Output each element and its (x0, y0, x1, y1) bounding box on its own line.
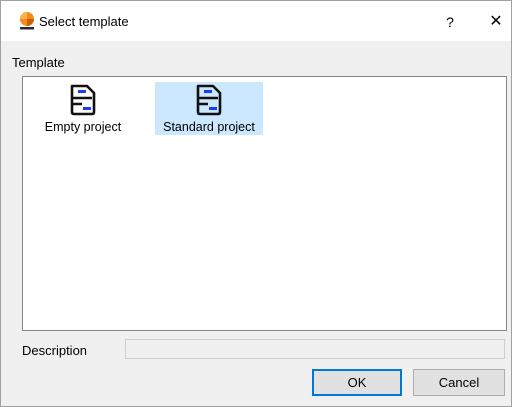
cancel-button[interactable]: Cancel (413, 369, 505, 396)
description-field[interactable] (125, 339, 505, 359)
template-list[interactable]: Empty project Standard project (22, 76, 507, 331)
template-item-empty-project[interactable]: Empty project (31, 82, 135, 135)
template-item-label: Empty project (44, 120, 122, 134)
app-logo-icon (18, 11, 36, 31)
window-title: Select template (39, 14, 129, 29)
ok-button[interactable]: OK (312, 369, 402, 396)
template-item-standard-project[interactable]: Standard project (155, 82, 263, 135)
template-section-label: Template (12, 55, 65, 70)
title-bar: Select template ? ✕ (1, 1, 511, 41)
project-template-icon (194, 84, 224, 116)
project-template-icon (68, 84, 98, 116)
help-button[interactable]: ? (437, 11, 463, 33)
select-template-dialog: Select template ? ✕ Template Empty proje… (0, 0, 512, 407)
close-button[interactable]: ✕ (483, 11, 509, 33)
template-item-label: Standard project (163, 120, 255, 134)
description-label: Description (22, 343, 88, 358)
